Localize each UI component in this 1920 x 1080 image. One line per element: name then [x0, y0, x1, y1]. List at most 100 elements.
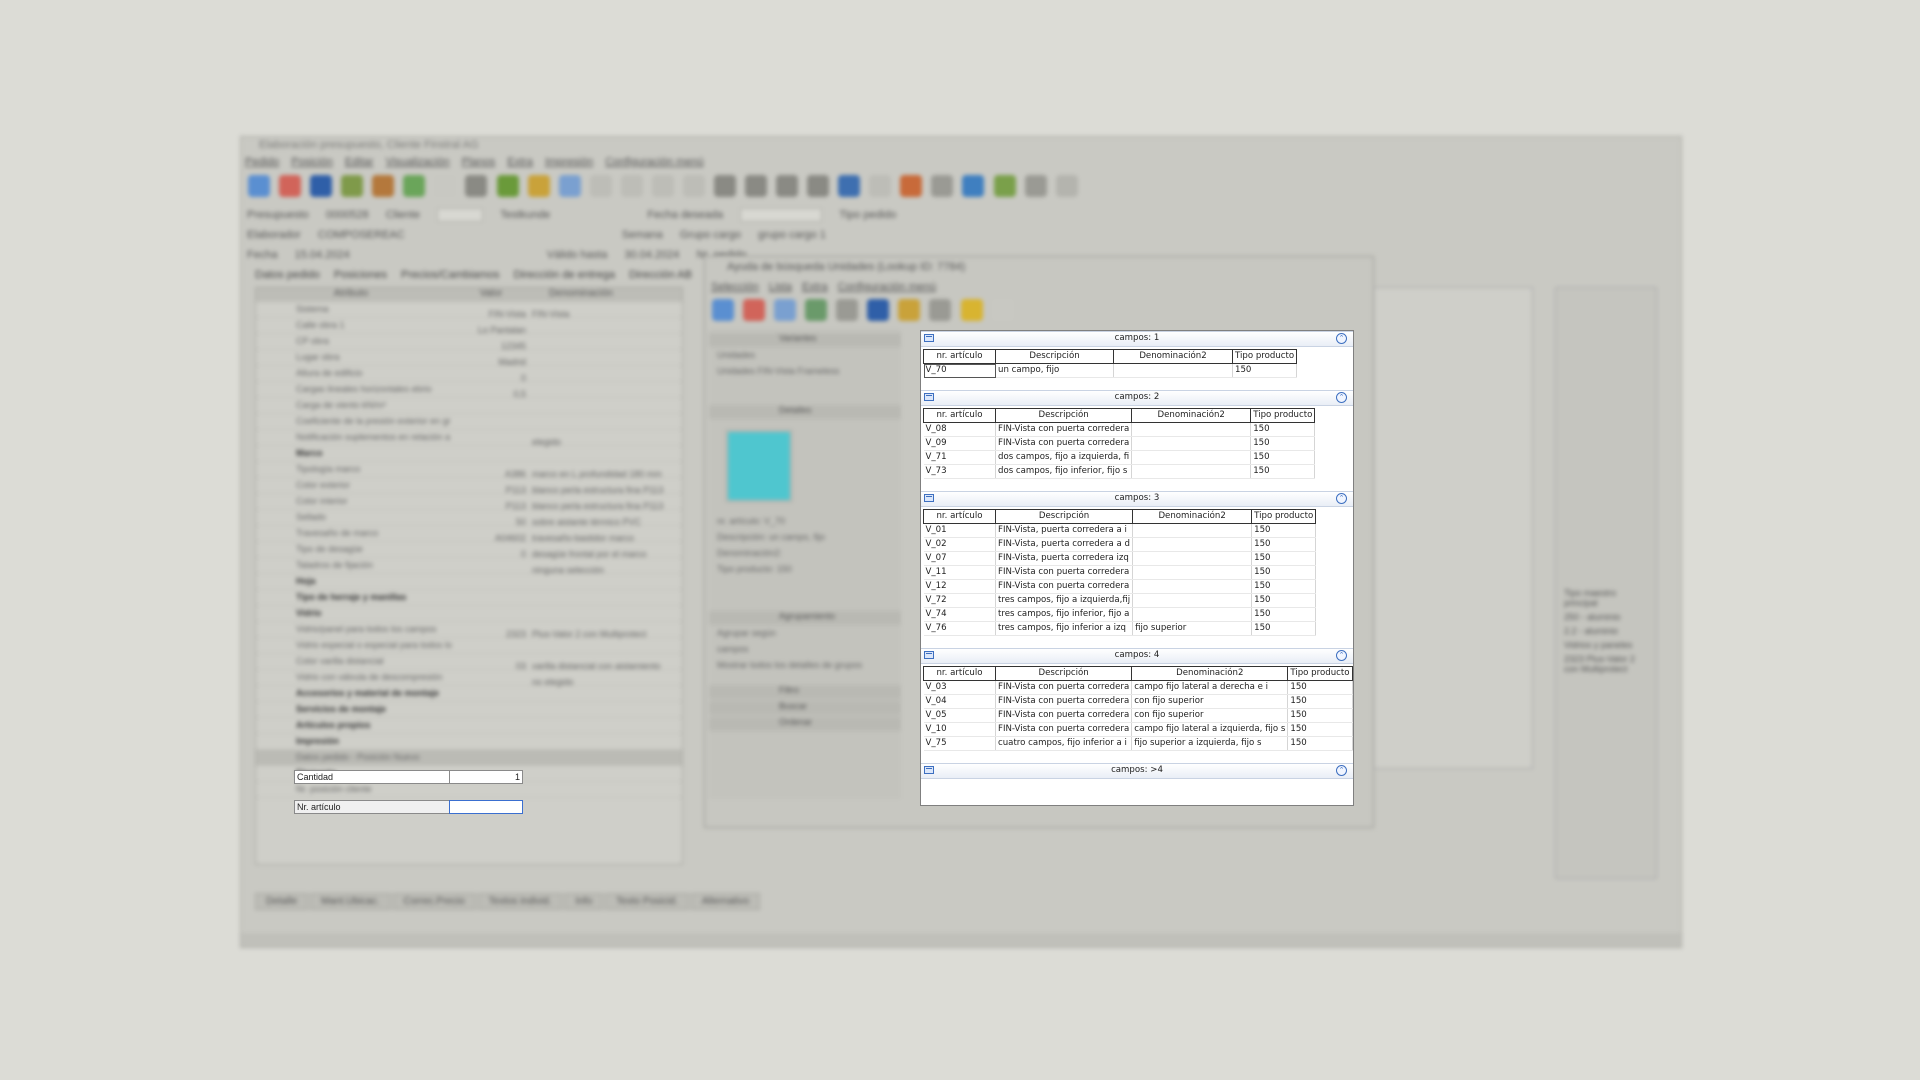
stop-icon[interactable] [279, 175, 302, 197]
attribute-row[interactable]: Coeficiente de la presión exterior en gr [256, 414, 682, 430]
info-icon[interactable] [931, 175, 954, 197]
position-button[interactable]: Texto Posicid. [605, 893, 689, 910]
table-row[interactable]: V_12 FIN-Vista con puerta corredera 150 [923, 579, 1317, 594]
tab[interactable]: Datos pedido [255, 269, 320, 281]
detalles-header[interactable]: Detalles [709, 405, 901, 419]
table-row[interactable]: V_74 tres campos, fijo inferior, fijo a 15… [923, 607, 1317, 622]
mostrar-detalles-checkbox[interactable]: Mostrar todos los detalles de grupos [709, 657, 901, 673]
globe-icon[interactable] [248, 175, 270, 197]
copy-icon[interactable] [589, 175, 612, 197]
table-row[interactable]: V_72 tres campos, fijo a izquierda,fij 150 [923, 593, 1317, 608]
attribute-row[interactable]: Taladros de fijación ninguna selección [256, 558, 682, 575]
option-unidades[interactable]: Unidades [709, 347, 901, 363]
agrupar-select[interactable]: campos [709, 641, 901, 657]
puzzle-icon[interactable] [496, 175, 519, 197]
attribute-row[interactable]: Tipo de desagüe 0 desagüe frontal por el m… [256, 542, 682, 559]
document-icon[interactable] [434, 175, 457, 197]
nr-articulo-input[interactable] [449, 800, 523, 814]
filter-icon[interactable] [836, 299, 859, 321]
cliente-field[interactable] [437, 208, 484, 223]
list-icon[interactable] [465, 175, 488, 197]
attribute-row[interactable]: Vidrio/panel para todos los campos 2323 Pl… [256, 622, 682, 639]
tab[interactable]: Precios/Cambiamos [401, 269, 499, 281]
filtro-header[interactable]: Filtro [709, 685, 901, 699]
agrupamiento-header[interactable]: Agrupamiento [709, 611, 901, 625]
attribute-row[interactable]: Sellado 50 sobre aislante térmico PVC [256, 510, 682, 527]
table-row[interactable]: V_07 FIN-Vista, puerta corredera izq 150 [923, 551, 1317, 566]
table-row[interactable]: V_05 FIN-Vista con puerta corredera con fi… [923, 708, 1353, 723]
menu-item[interactable]: Visualización [386, 156, 450, 168]
attribute-row[interactable]: Color varilla distancial 03 varilla distan… [256, 654, 682, 671]
attribute-row[interactable]: Marco [256, 446, 682, 462]
table-row[interactable]: V_08 FIN-Vista con puerta corredera 150 [923, 422, 1316, 437]
refresh-icon[interactable] [403, 175, 426, 197]
users-icon[interactable] [341, 175, 364, 197]
grid-column-header[interactable]: Atributo [256, 288, 446, 299]
attribute-row[interactable]: Altura de edificio 0 [256, 366, 682, 383]
ordenar-header[interactable]: Ordenar [709, 717, 901, 731]
column-header[interactable]: Tipo producto [1250, 408, 1316, 423]
document-icon[interactable] [991, 299, 1014, 321]
arrow-left-icon[interactable] [682, 175, 705, 197]
tag-icon[interactable] [838, 175, 861, 197]
column-header[interactable]: Descripción [994, 666, 1133, 681]
tree-item[interactable]: 2323 Plus-Valor 2 con Multiprotect [1564, 654, 1648, 674]
attribute-row[interactable]: Sistema FIN-Vista FIN-Vista [256, 302, 682, 319]
image-icon[interactable] [805, 299, 828, 321]
dialog-menu-item[interactable]: Selección [711, 281, 759, 293]
collapse-icon[interactable]: ⌃ [1336, 493, 1347, 504]
buscar-header[interactable]: Buscar [709, 701, 901, 715]
column-header[interactable]: Tipo producto [1251, 509, 1317, 524]
position-button[interactable]: Mant.Ubicac. [310, 893, 391, 910]
table-row[interactable]: V_71 dos campos, fijo a izquierda, fi 150 [923, 450, 1316, 465]
attribute-row[interactable]: Carga de viento kN/m² [256, 398, 682, 414]
table-row[interactable]: V_11 FIN-Vista con puerta corredera 150 [923, 565, 1317, 580]
collapse-icon[interactable]: ⌃ [1336, 650, 1347, 661]
star-icon[interactable] [960, 299, 983, 321]
table-row[interactable]: V_76 tres campos, fijo inferior a izq fijo… [923, 621, 1317, 636]
stop-icon[interactable] [743, 299, 766, 321]
dialog-menu-item[interactable]: Configuración menú [838, 281, 936, 293]
menu-item[interactable]: Pedido [245, 156, 279, 168]
attribute-row[interactable]: Hoja [256, 574, 682, 590]
tree-item[interactable]: 250 - aluminio [1564, 612, 1648, 622]
tree-item[interactable]: Vidrios y paneles [1564, 640, 1648, 650]
tree-item[interactable]: 2.2 - aluminio [1564, 626, 1648, 636]
collapse-icon[interactable]: ⌃ [1336, 392, 1347, 403]
table-row[interactable]: V_02 FIN-Vista, puerta corredera a d 150 [923, 537, 1317, 552]
group-header[interactable]: campos: 4 ⌃ [921, 648, 1353, 664]
tools-icon[interactable] [993, 175, 1016, 197]
table-row[interactable]: V_09 FIN-Vista con puerta corredera 150 [923, 436, 1316, 451]
table-row[interactable]: V_75 cuatro campos, fijo inferior a i fijo… [923, 736, 1353, 751]
grid-column-header[interactable]: Denominación [536, 288, 626, 299]
table-row[interactable]: V_01 FIN-Vista, puerta corredera a i 150 [923, 523, 1317, 538]
globe-icon[interactable] [712, 299, 734, 321]
pen-icon[interactable] [869, 175, 892, 197]
grid-column-header[interactable]: Valor [446, 288, 536, 299]
menu-item[interactable]: Posición [291, 156, 333, 168]
table-row[interactable]: V_04 FIN-Vista con puerta corredera con fi… [923, 694, 1353, 709]
edit-icon[interactable] [527, 175, 550, 197]
variantes-header[interactable]: Variantes [709, 333, 901, 347]
fecha-deseada-field[interactable] [740, 208, 823, 223]
attribute-row[interactable]: Servicios de montaje [256, 702, 682, 718]
people-icon[interactable] [372, 175, 395, 197]
attribute-row[interactable]: Nr. posición cliente [256, 782, 682, 798]
save-icon[interactable] [310, 175, 333, 197]
refresh-icon[interactable] [898, 299, 921, 321]
column-header[interactable]: Denominación2 [1131, 408, 1252, 423]
menu-item[interactable]: Impresión [545, 156, 593, 168]
column-header[interactable]: nr. artículo [923, 666, 996, 681]
column-header[interactable]: Denominación2 [1132, 509, 1253, 524]
attribute-row[interactable]: Impresión [256, 734, 682, 750]
column-header[interactable]: Descripción [994, 509, 1134, 524]
save-icon[interactable] [867, 299, 890, 321]
tab[interactable]: Dirección AB [629, 269, 692, 281]
dialog-menu-item[interactable]: Lista [769, 281, 792, 293]
column-header[interactable]: nr. artículo [923, 408, 996, 423]
position-button[interactable]: Detalle [255, 893, 309, 910]
column-header[interactable]: nr. artículo [923, 349, 996, 364]
column-header[interactable]: Denominación2 [1113, 349, 1233, 364]
menu-item[interactable]: Editar [345, 156, 374, 168]
column-header[interactable]: Tipo producto [1287, 666, 1353, 681]
